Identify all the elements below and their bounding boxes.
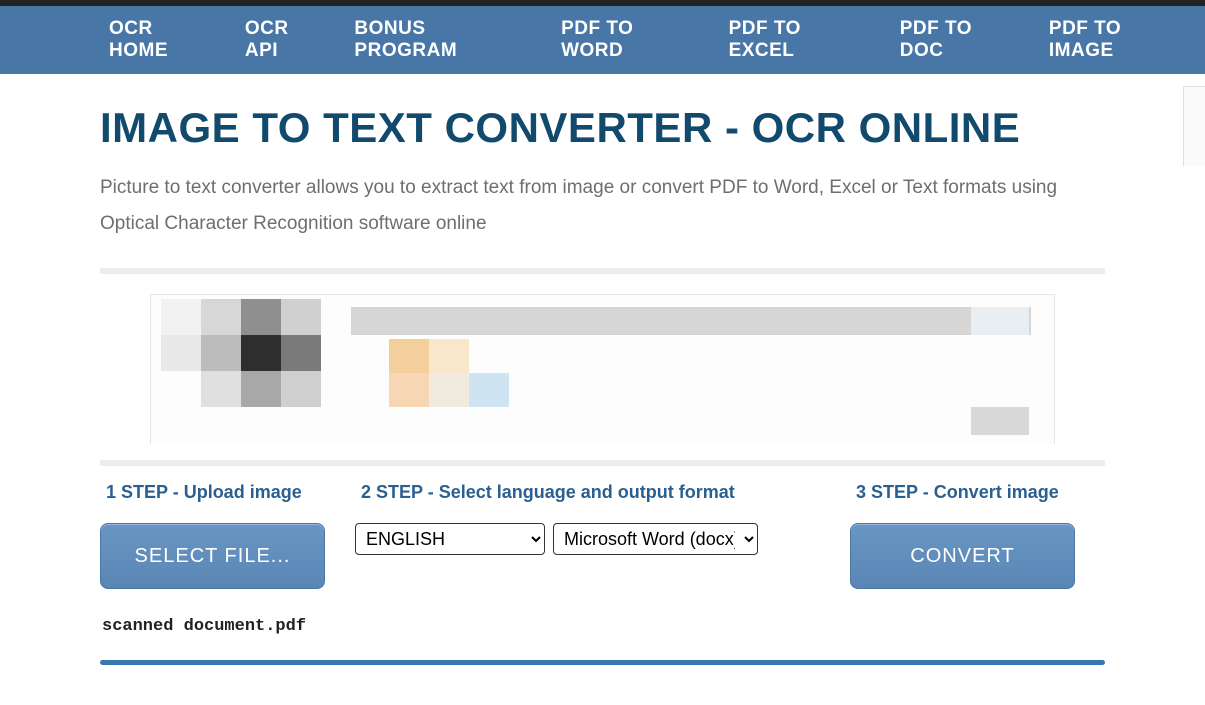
divider-mid <box>100 460 1105 466</box>
step-3-col: 3 STEP - Convert image CONVERT <box>850 476 1105 589</box>
convert-button[interactable]: CONVERT <box>850 523 1075 589</box>
step-3-label: 3 STEP - Convert image <box>856 482 1105 503</box>
divider-top <box>100 268 1105 274</box>
side-scroll-hint <box>1183 86 1205 166</box>
uploaded-filename: scanned document.pdf <box>102 617 355 636</box>
nav-pdf-to-excel[interactable]: PDF TO EXCEL <box>715 18 886 62</box>
select-file-button[interactable]: SELECT FILE... <box>100 523 325 589</box>
step-1-col: 1 STEP - Upload image SELECT FILE... sca… <box>100 476 355 636</box>
step-1-label: 1 STEP - Upload image <box>106 482 355 503</box>
nav-pdf-to-doc[interactable]: PDF TO DOC <box>886 18 1035 62</box>
nav-bonus-program[interactable]: BONUS PROGRAM <box>340 18 547 62</box>
ad-banner <box>150 294 1055 444</box>
page-title: IMAGE TO TEXT CONVERTER - OCR ONLINE <box>100 104 1105 152</box>
step-2-label: 2 STEP - Select language and output form… <box>361 482 835 503</box>
page-description: Picture to text converter allows you to … <box>100 170 1105 242</box>
nav-ocr-home[interactable]: OCR HOME <box>95 18 231 62</box>
nav-ocr-api[interactable]: OCR API <box>231 18 341 62</box>
pixelated-placeholder <box>151 295 1054 444</box>
nav-pdf-to-image[interactable]: PDF TO IMAGE <box>1035 18 1205 62</box>
language-select[interactable]: ENGLISH <box>355 523 545 555</box>
step-2-col: 2 STEP - Select language and output form… <box>355 476 835 555</box>
main-nav: OCR HOME OCR API BONUS PROGRAM PDF TO WO… <box>0 6 1205 74</box>
steps-row: 1 STEP - Upload image SELECT FILE... sca… <box>100 476 1105 636</box>
nav-pdf-to-word[interactable]: PDF TO WORD <box>547 18 715 62</box>
divider-bottom <box>100 660 1105 665</box>
output-format-select[interactable]: Microsoft Word (docx) <box>553 523 758 555</box>
main-content: IMAGE TO TEXT CONVERTER - OCR ONLINE Pic… <box>0 74 1205 665</box>
